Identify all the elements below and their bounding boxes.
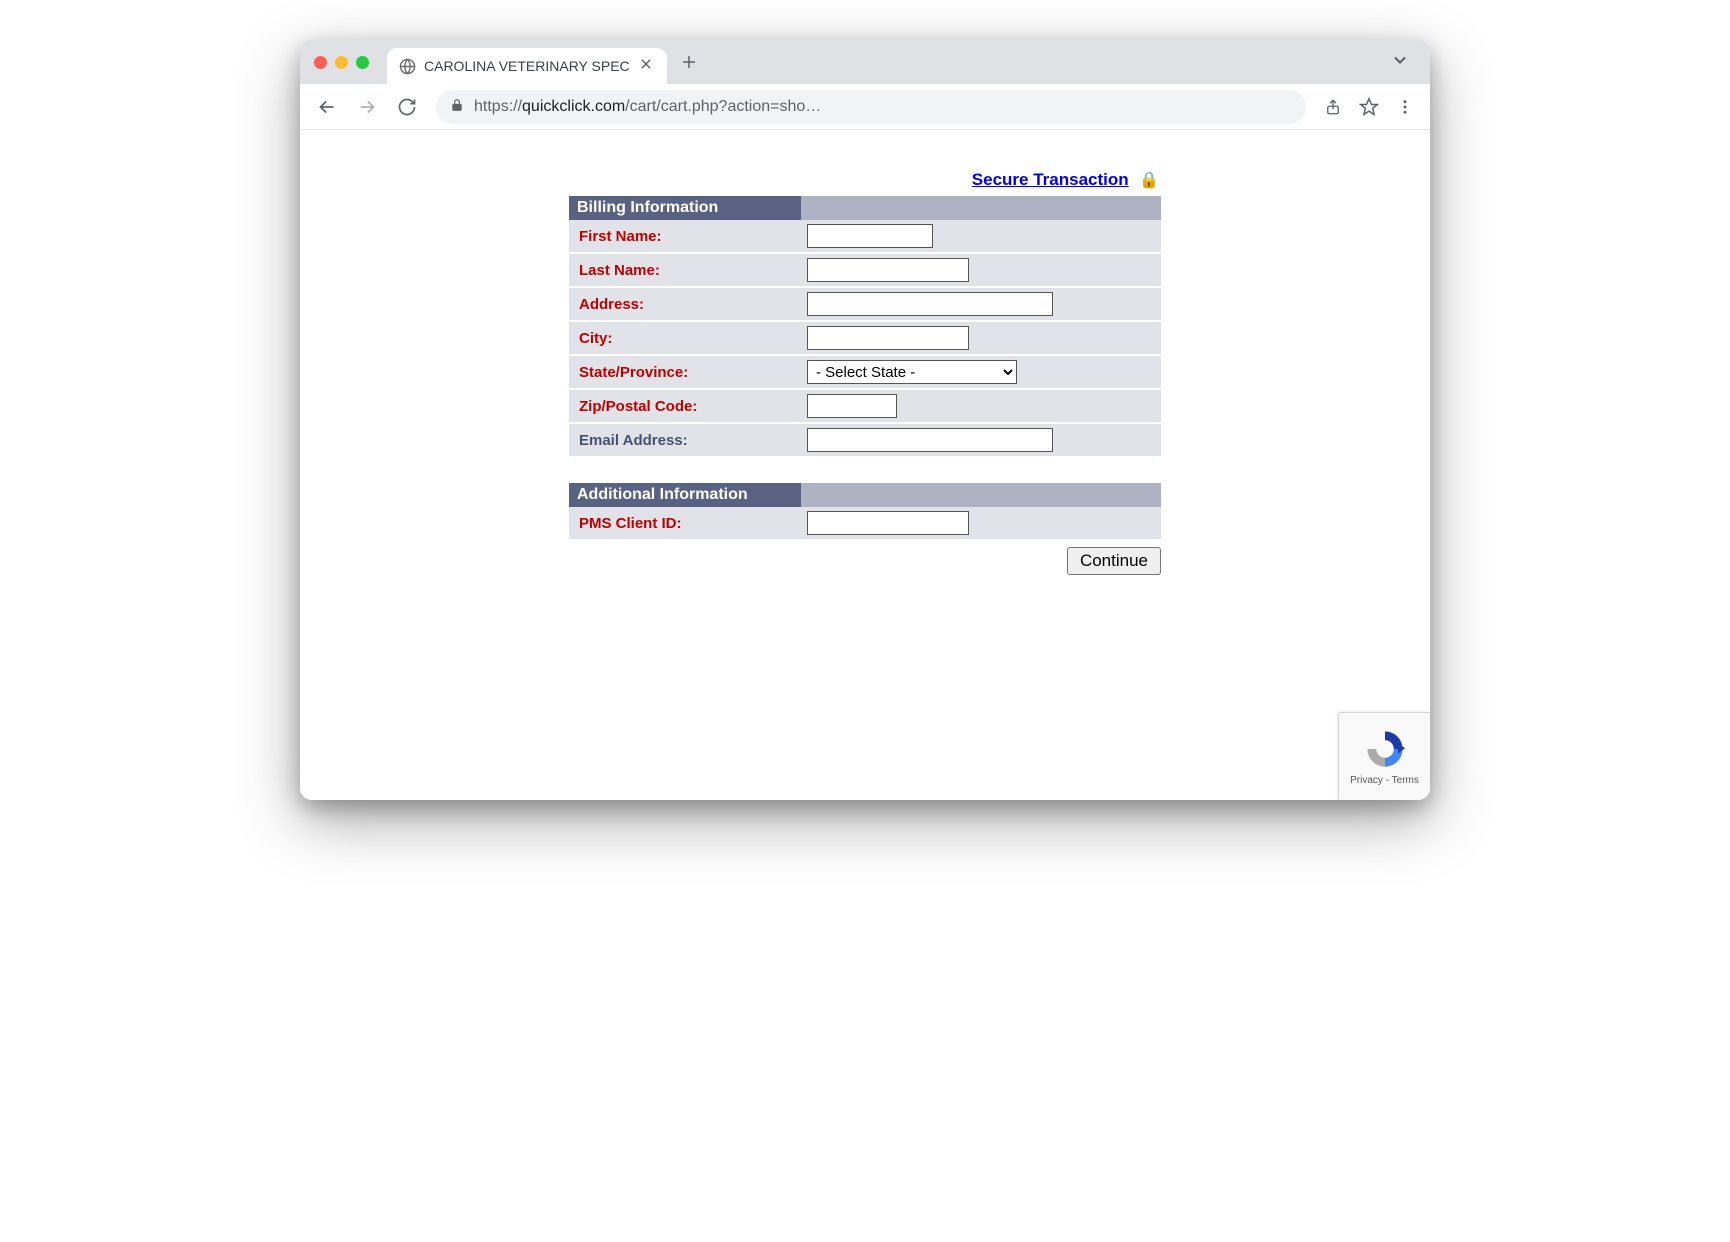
url-prefix: https:// bbox=[474, 98, 522, 115]
menu-icon[interactable] bbox=[1390, 92, 1420, 122]
url-text: https://quickclick.com/cart/cart.php?act… bbox=[474, 98, 1292, 116]
tab-title: CAROLINA VETERINARY SPECI bbox=[424, 58, 629, 74]
billing-section-header-right bbox=[801, 196, 1161, 220]
browser-window: CAROLINA VETERINARY SPECI https://qui bbox=[300, 40, 1430, 800]
padlock-icon: 🔒 bbox=[1139, 172, 1159, 189]
recaptcha-terms-link[interactable]: Terms bbox=[1392, 775, 1419, 786]
secure-transaction-row: Secure Transaction 🔒 bbox=[569, 170, 1161, 196]
additional-section-header-right bbox=[801, 483, 1161, 507]
additional-section-header: Additional Information bbox=[569, 483, 801, 507]
recaptcha-sep: - bbox=[1383, 775, 1392, 786]
window-maximize-button[interactable] bbox=[356, 56, 369, 69]
bookmark-icon[interactable] bbox=[1354, 92, 1384, 122]
zip-label: Zip/Postal Code: bbox=[569, 389, 801, 423]
share-icon[interactable] bbox=[1318, 92, 1348, 122]
secure-transaction-link[interactable]: Secure Transaction bbox=[972, 170, 1129, 189]
form-wrapper: Secure Transaction 🔒 Billing Information… bbox=[569, 170, 1161, 575]
recaptcha-links: Privacy - Terms bbox=[1350, 775, 1419, 786]
page-content: Secure Transaction 🔒 Billing Information… bbox=[300, 130, 1430, 800]
browser-tab[interactable]: CAROLINA VETERINARY SPECI bbox=[387, 48, 667, 84]
globe-icon bbox=[399, 58, 416, 75]
pms-input[interactable] bbox=[807, 511, 969, 535]
first-name-label: First Name: bbox=[569, 220, 801, 253]
zip-input[interactable] bbox=[807, 394, 897, 418]
reload-button[interactable] bbox=[390, 90, 424, 124]
title-bar: CAROLINA VETERINARY SPECI bbox=[300, 40, 1430, 84]
last-name-input[interactable] bbox=[807, 258, 969, 282]
city-label: City: bbox=[569, 321, 801, 355]
continue-row: Continue bbox=[569, 541, 1161, 575]
pms-label: PMS Client ID: bbox=[569, 507, 801, 540]
state-label: State/Province: bbox=[569, 355, 801, 389]
nav-bar: https://quickclick.com/cart/cart.php?act… bbox=[300, 84, 1430, 130]
address-bar[interactable]: https://quickclick.com/cart/cart.php?act… bbox=[436, 90, 1306, 124]
billing-form-table: Billing Information First Name: Last Nam… bbox=[569, 196, 1161, 541]
url-path: /cart/cart.php?action=sho… bbox=[625, 98, 821, 115]
recaptcha-badge[interactable]: Privacy - Terms bbox=[1338, 712, 1430, 800]
tab-close-button[interactable] bbox=[637, 55, 655, 78]
back-button[interactable] bbox=[310, 90, 344, 124]
email-label: Email Address: bbox=[569, 423, 801, 457]
window-controls bbox=[314, 56, 369, 69]
recaptcha-privacy-link[interactable]: Privacy bbox=[1350, 775, 1383, 786]
first-name-input[interactable] bbox=[807, 224, 933, 248]
window-close-button[interactable] bbox=[314, 56, 327, 69]
city-input[interactable] bbox=[807, 326, 969, 350]
continue-button[interactable]: Continue bbox=[1067, 547, 1161, 575]
state-select[interactable]: - Select State - bbox=[807, 360, 1017, 384]
billing-section-header: Billing Information bbox=[569, 196, 801, 220]
url-host: quickclick.com bbox=[522, 98, 625, 115]
email-input[interactable] bbox=[807, 428, 1053, 452]
address-label: Address: bbox=[569, 287, 801, 321]
window-minimize-button[interactable] bbox=[335, 56, 348, 69]
recaptcha-icon bbox=[1363, 727, 1407, 771]
address-input[interactable] bbox=[807, 292, 1053, 316]
last-name-label: Last Name: bbox=[569, 253, 801, 287]
lock-icon bbox=[450, 98, 464, 115]
tab-overflow-button[interactable] bbox=[1390, 50, 1416, 75]
new-tab-button[interactable] bbox=[675, 48, 703, 76]
forward-button[interactable] bbox=[350, 90, 384, 124]
